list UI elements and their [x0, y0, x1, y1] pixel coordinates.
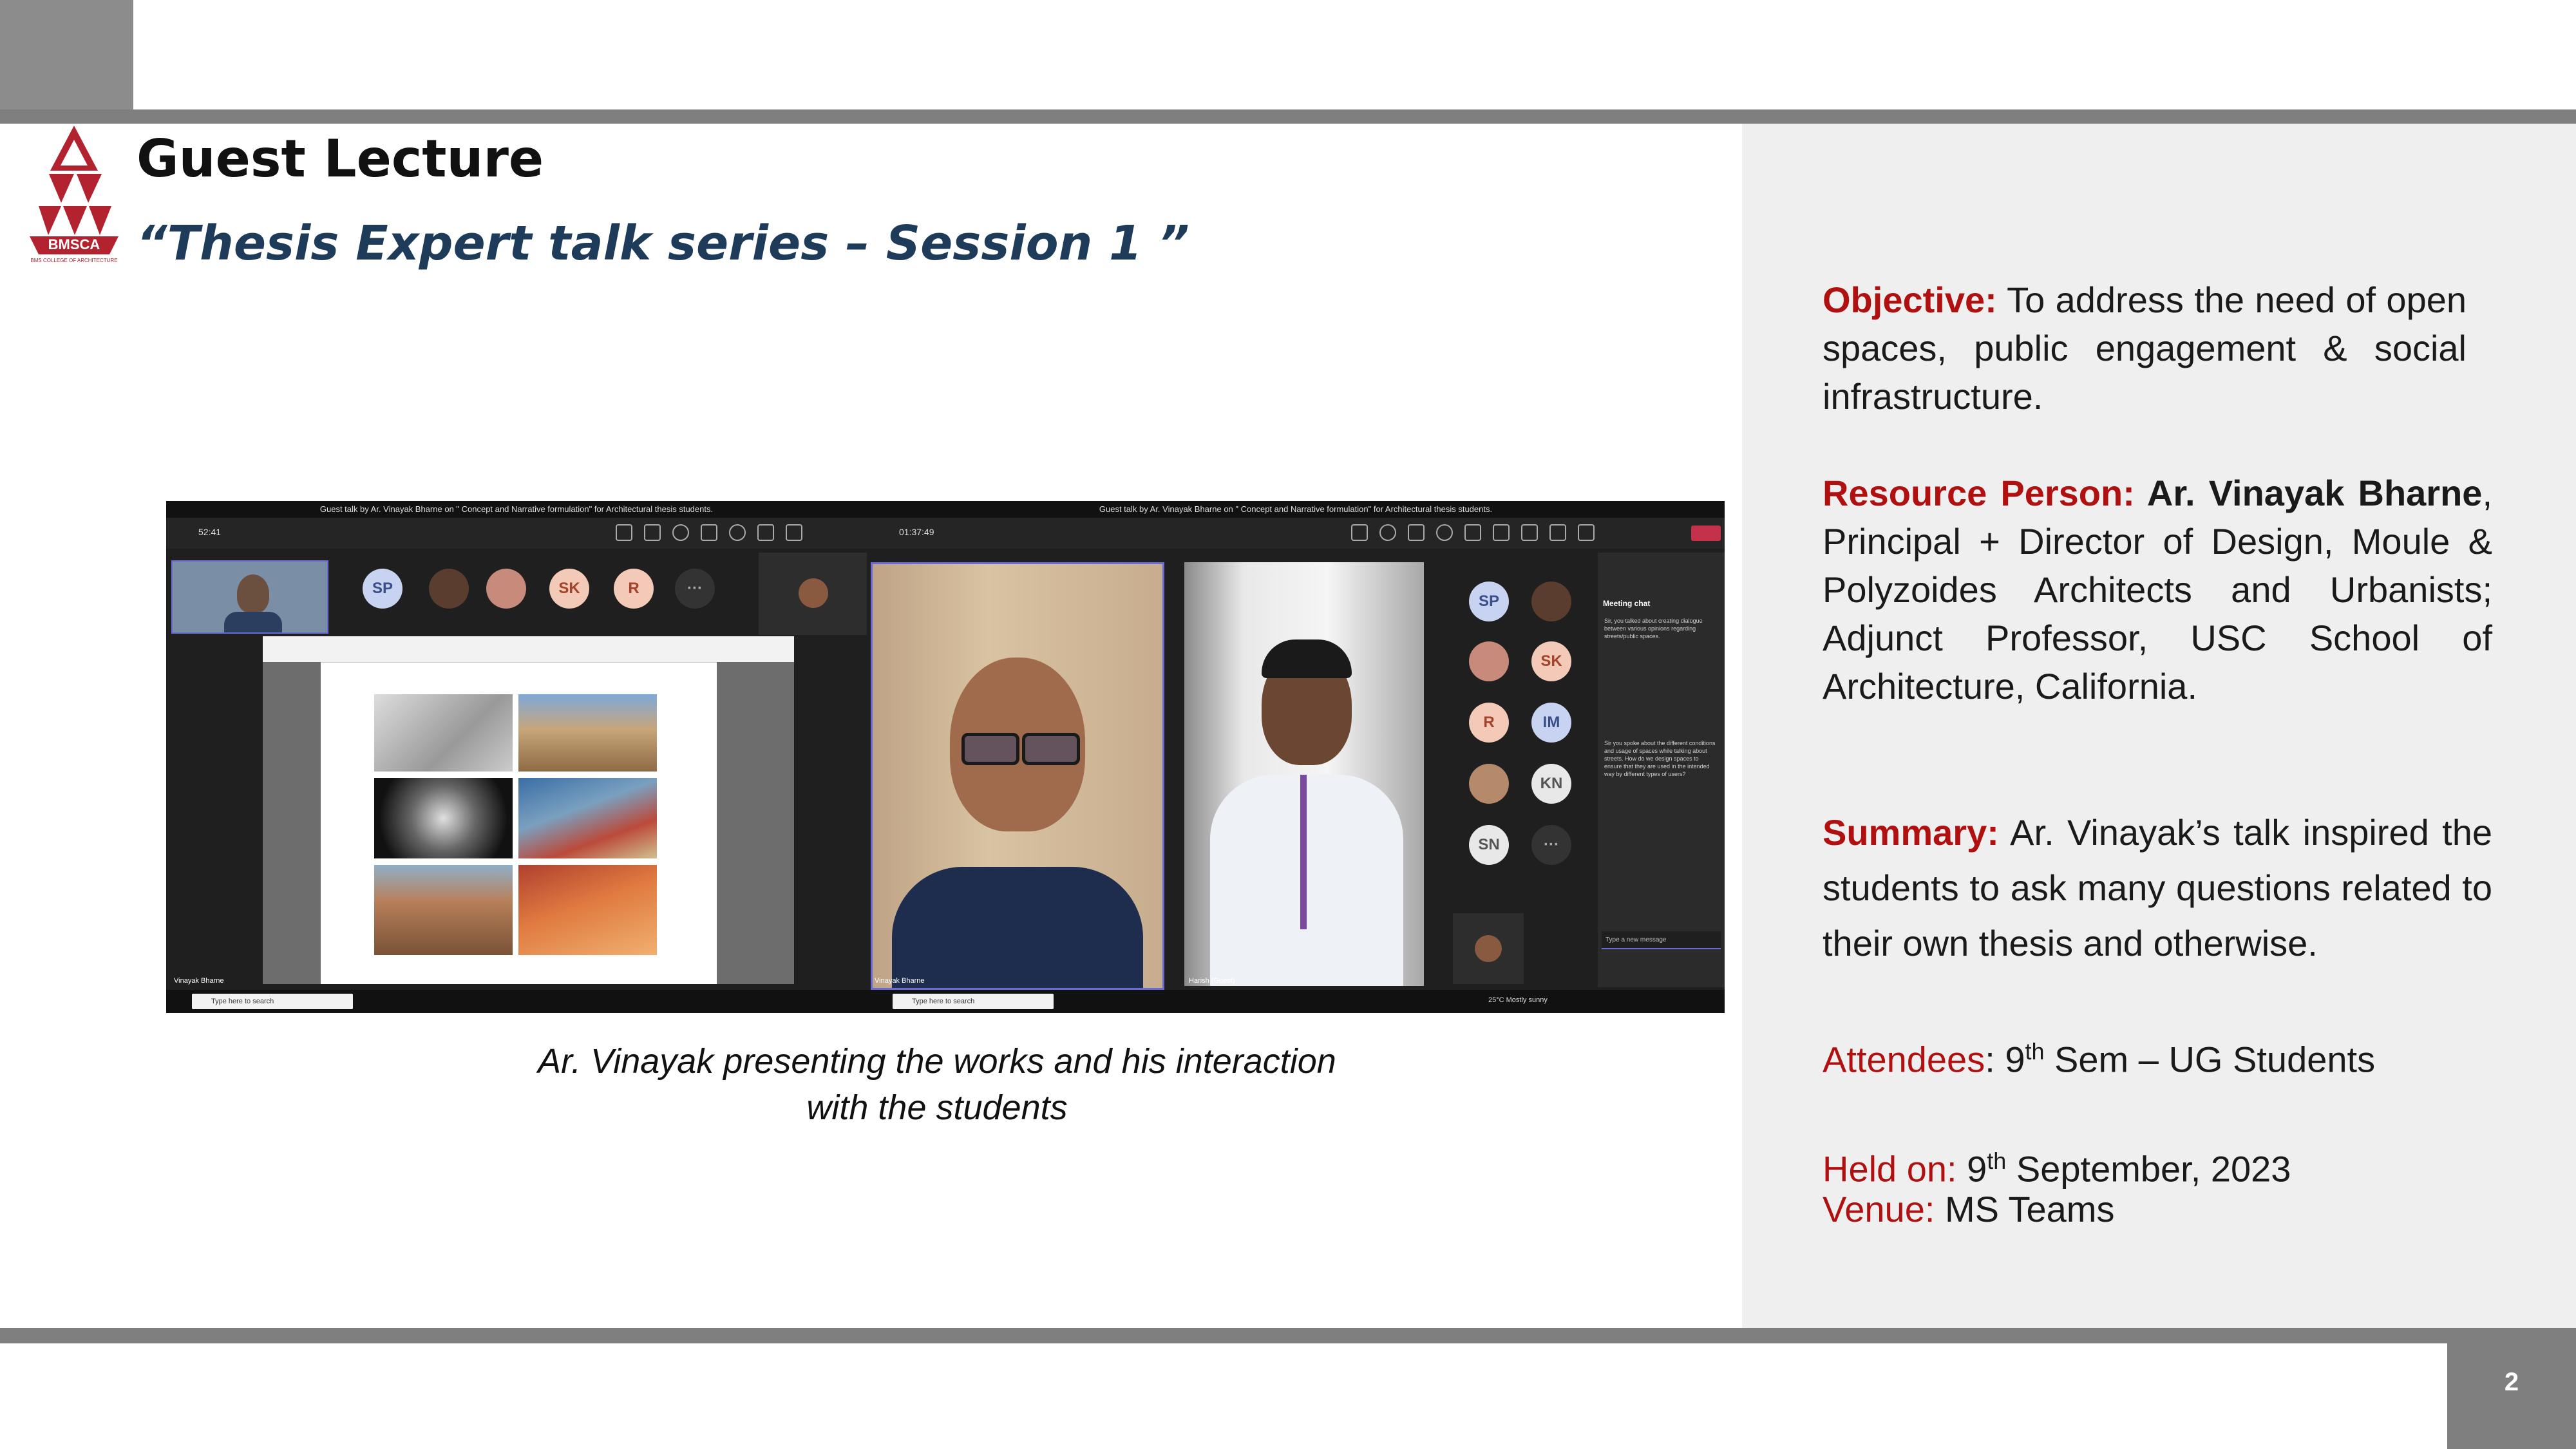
toolbar-buttons[interactable] [616, 524, 860, 542]
participant-avatar[interactable]: R [1469, 703, 1509, 743]
venue-label: Venue: [1823, 1189, 1935, 1229]
artwork-image [518, 865, 657, 955]
artwork-image [374, 778, 513, 858]
attendees-sup: th [2025, 1038, 2045, 1065]
weather-widget[interactable]: 25°C Mostly sunny [1488, 996, 1548, 1004]
taskbar-search[interactable]: Type here to search [893, 994, 1054, 1009]
participant-photo[interactable] [1469, 764, 1509, 804]
meeting-timer: 01:37:49 [899, 527, 934, 537]
presenter-label: Vinayak Bharne [174, 977, 224, 985]
participant-avatar[interactable]: SN [1469, 825, 1509, 865]
held-pre: 9 [1956, 1148, 1987, 1189]
taskbar-search[interactable]: Type here to search [192, 994, 353, 1009]
chat-input[interactable]: Type a new message [1602, 931, 1721, 949]
header-rule [0, 109, 2576, 124]
attendees-label: Attendees [1823, 1039, 1985, 1080]
resource-name: Ar. Vinayak Bharne [2134, 473, 2483, 513]
photo-caption: Ar. Vinayak presenting the works and his… [538, 1042, 1336, 1127]
windows-taskbar: Type here to search [166, 990, 867, 1013]
meeting-toolbar: 01:37:49 [867, 518, 1725, 549]
resource-block: Resource Person: Ar. Vinayak Bharne, Pri… [1823, 469, 2492, 710]
artwork-image [374, 865, 513, 955]
held-label: Held on: [1823, 1148, 1957, 1189]
summary-label: Summary: [1823, 812, 1999, 853]
self-view [1453, 913, 1524, 984]
meeting-toolbar: 52:41 [166, 518, 867, 549]
objective-label: Objective: [1823, 279, 1997, 320]
more-participants-button[interactable]: ··· [675, 569, 715, 609]
logo-subtext: BMS COLLEGE OF ARCHITECTURE [30, 258, 117, 263]
chat-message: Sir, you talked about creating dialogue … [1604, 618, 1703, 639]
window-title: Guest talk by Ar. Vinayak Bharne on " Co… [867, 501, 1725, 518]
participant-avatar[interactable]: SP [363, 569, 402, 609]
resource-label: Resource Person: [1823, 473, 2135, 513]
artwork-image [374, 694, 513, 772]
screenshot-left: Guest talk by Ar. Vinayak Bharne on " Co… [166, 501, 867, 1013]
presenter-video-thumb[interactable] [171, 560, 328, 634]
corner-block-top-left [0, 0, 133, 124]
chat-panel: Meeting chat Sir, you talked about creat… [1598, 553, 1725, 987]
participant-avatar[interactable]: IM [1531, 703, 1571, 743]
leave-button[interactable] [1691, 526, 1721, 541]
logo-text: BMSCA [48, 236, 100, 252]
chat-title: Meeting chat [1603, 599, 1651, 608]
page-title: Guest Lecture [137, 129, 544, 189]
participant-photo[interactable] [486, 569, 526, 609]
more-participants-button[interactable]: ··· [1531, 825, 1571, 865]
participant-photo[interactable] [1469, 641, 1509, 681]
summary-block: Summary: Ar. Vinayak’s talk inspired the… [1823, 805, 2492, 971]
participant-photo[interactable] [429, 569, 469, 609]
attendees-pre: : 9 [1985, 1039, 2025, 1080]
toolbar-buttons[interactable] [1351, 524, 1686, 542]
participant-photo[interactable] [1531, 582, 1571, 621]
guest-label: Harish (Guest) [1189, 977, 1235, 985]
participant-avatar[interactable]: SP [1469, 582, 1509, 621]
attendees-post: Sem – UG Students [2044, 1039, 2376, 1080]
self-view [759, 553, 867, 635]
windows-taskbar: Type here to search 25°C Mostly sunny [867, 990, 1725, 1013]
screenshot-right: Guest talk by Ar. Vinayak Bharne on " Co… [867, 501, 1725, 1013]
speaker-video[interactable] [871, 562, 1164, 990]
held-sup: th [1987, 1148, 2007, 1174]
participant-avatar[interactable]: SK [549, 569, 589, 609]
page-subtitle: “Thesis Expert talk series – Session 1 ” [137, 216, 1189, 271]
artwork-image [518, 778, 657, 858]
meeting-timer: 52:41 [198, 527, 222, 537]
presenter-label: Vinayak Bharne [875, 977, 925, 985]
venue-text: MS Teams [1935, 1189, 2115, 1229]
window-title: Guest talk by Ar. Vinayak Bharne on " Co… [166, 501, 867, 518]
venue-block: Venue: MS Teams [1823, 1185, 2492, 1233]
participant-avatar[interactable]: R [614, 569, 654, 609]
attendees-block: Attendees: 9th Sem – UG Students [1823, 1027, 2492, 1084]
shared-screen [263, 636, 794, 984]
participant-avatar[interactable]: SK [1531, 641, 1571, 681]
objective-block: Objective: To address the need of open s… [1823, 276, 2467, 421]
footer-rule [0, 1328, 2576, 1343]
participant-avatar[interactable]: KN [1531, 764, 1571, 804]
page-number: 2 [2504, 1367, 2519, 1396]
chat-message: Sir you spoke about the different condit… [1604, 740, 1716, 777]
held-post: September, 2023 [2006, 1148, 2291, 1189]
artwork-image [518, 694, 657, 772]
guest-video[interactable] [1184, 562, 1424, 986]
college-logo: BMSCA BMS COLLEGE OF ARCHITECTURE [30, 126, 118, 263]
